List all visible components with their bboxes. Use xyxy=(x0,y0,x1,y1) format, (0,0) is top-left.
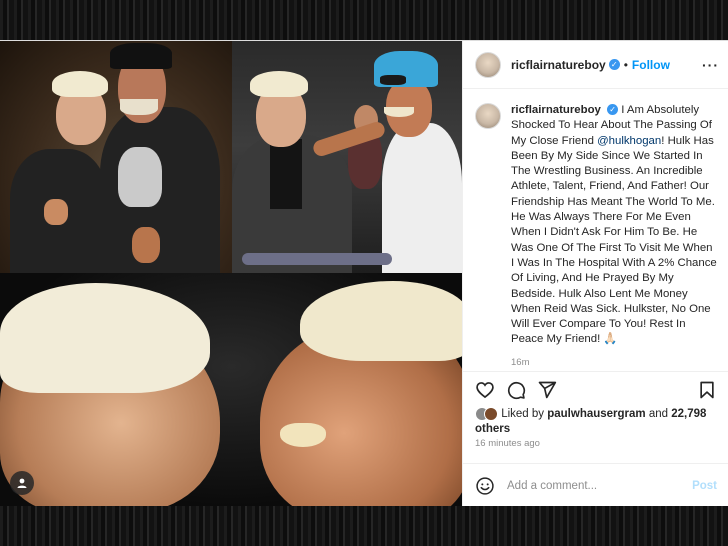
post-timestamp[interactable]: 16 minutes ago xyxy=(475,438,540,449)
caption-mention-link[interactable]: @hulkhogan xyxy=(597,135,661,147)
likes-summary: Liked by paulwhausergram and 22,798 othe… xyxy=(475,407,721,437)
more-options-icon[interactable]: ··· xyxy=(702,57,719,73)
post-header: ricflairnatureboy ✓ • Follow ··· xyxy=(463,41,728,89)
caption-age: 16m xyxy=(511,356,530,368)
post-comment-button[interactable]: Post xyxy=(692,480,717,492)
share-icon[interactable] xyxy=(537,380,557,400)
avatar[interactable] xyxy=(475,51,501,78)
bookmark-icon[interactable] xyxy=(697,380,717,400)
background-frame-bottom xyxy=(0,506,728,546)
caption-verified-icon: ✓ xyxy=(607,104,619,116)
likes-user-link[interactable]: paulwhausergram xyxy=(547,408,645,420)
instagram-post-card: ricflairnatureboy ✓ • Follow ··· ricflai… xyxy=(0,40,728,507)
comment-input[interactable] xyxy=(507,479,667,492)
emoji-icon[interactable] xyxy=(475,476,495,496)
photo-bottom-faceoff xyxy=(0,273,462,507)
caption-text: ricflairnatureboy ✓ I Am Absolutely Shoc… xyxy=(511,103,717,348)
liker-avatar-2 xyxy=(484,407,498,421)
caption-username[interactable]: ricflairnatureboy xyxy=(511,104,601,116)
heart-icon[interactable] xyxy=(475,380,495,400)
tagged-users-button[interactable] xyxy=(10,471,34,495)
caption-avatar[interactable] xyxy=(475,103,501,129)
separator-dot: • xyxy=(623,57,628,72)
post-media-collage[interactable] xyxy=(0,41,462,507)
follow-button[interactable]: Follow xyxy=(632,58,670,72)
comment-icon[interactable] xyxy=(506,380,526,400)
user-tag-icon xyxy=(17,478,27,488)
likes-prefix: Liked by xyxy=(501,408,548,421)
background-frame-top xyxy=(0,0,728,40)
photo-top-left xyxy=(0,41,232,273)
verified-badge-icon: ✓ xyxy=(608,59,620,70)
comment-box: Post xyxy=(463,463,728,507)
action-bar xyxy=(463,371,728,407)
header-username[interactable]: ricflairnatureboy xyxy=(511,58,606,72)
photo-top-right xyxy=(232,41,462,273)
caption-section: ricflairnatureboy ✓ I Am Absolutely Shoc… xyxy=(463,89,728,368)
caption-body-rest: ! Hulk Has Been By My Side Since We Star… xyxy=(511,134,717,346)
post-sidebar: ricflairnatureboy ✓ • Follow ··· ricflai… xyxy=(462,41,728,507)
likes-middle: and xyxy=(645,408,672,421)
